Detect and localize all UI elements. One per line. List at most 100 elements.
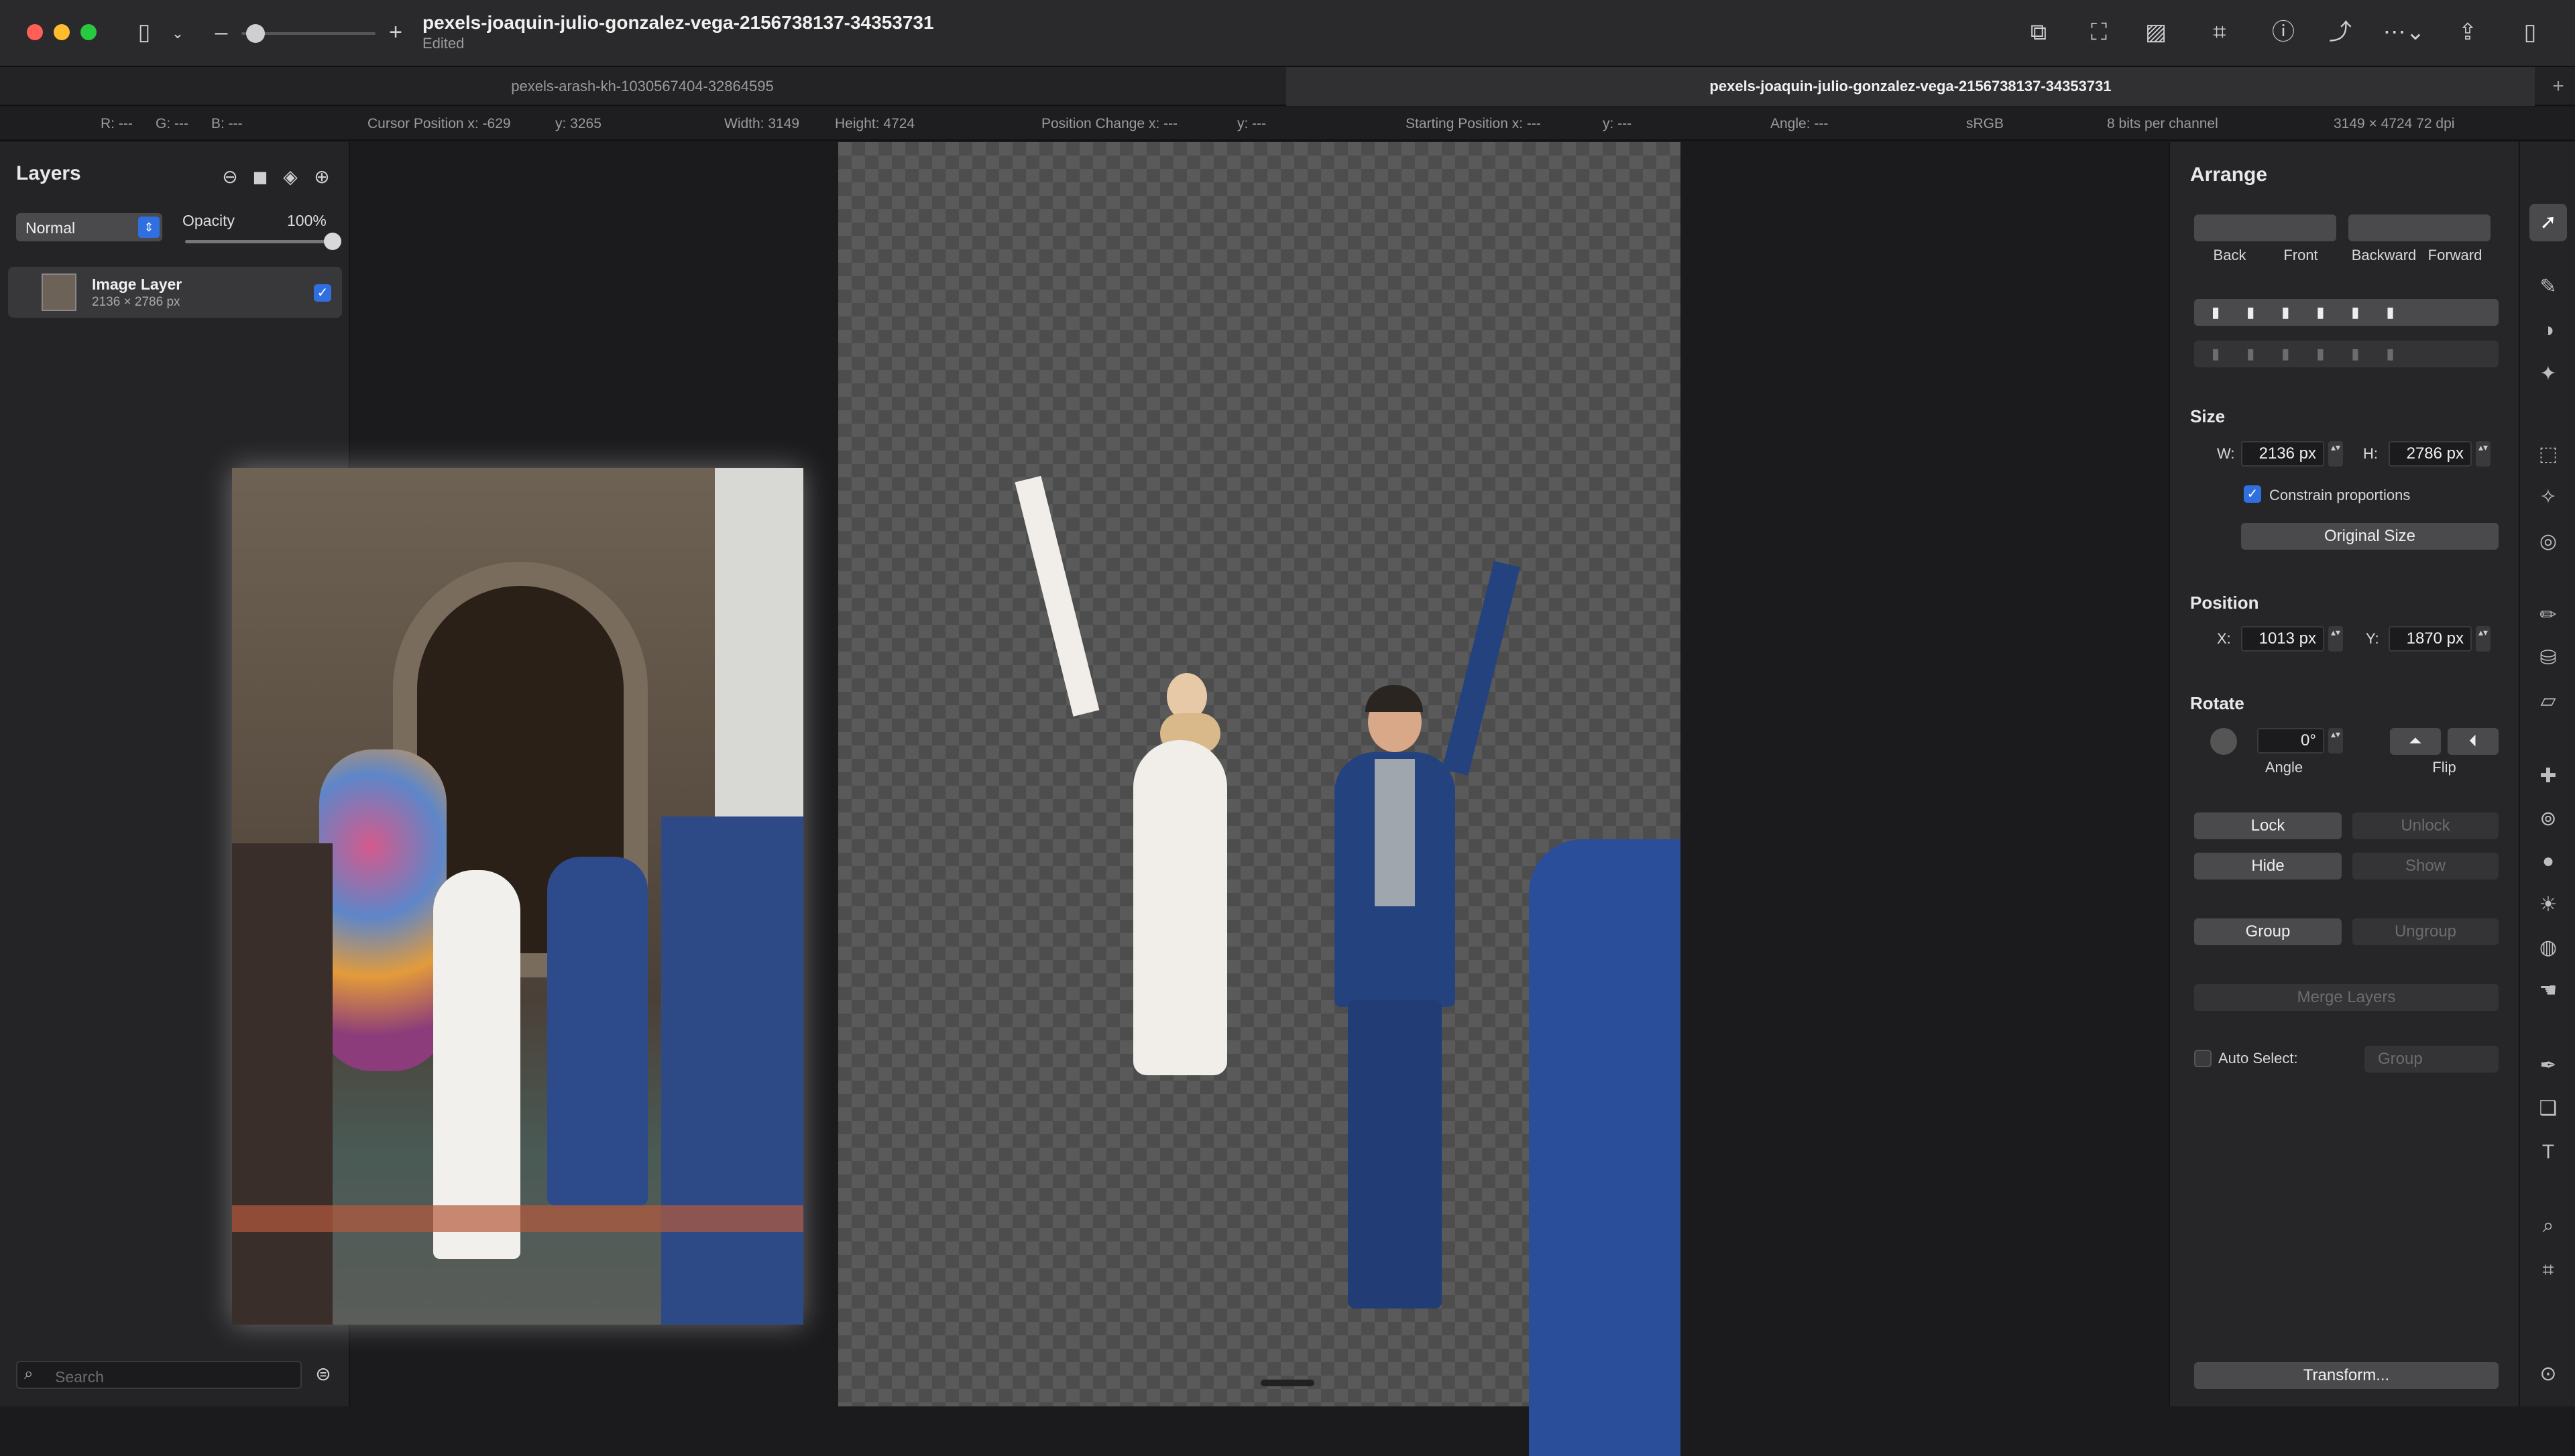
- width-stepper[interactable]: ▴▾: [2328, 441, 2343, 467]
- zoom-slider-knob[interactable]: [246, 24, 265, 43]
- width-field[interactable]: 2136 px: [2241, 441, 2324, 467]
- front-button[interactable]: Front: [2265, 247, 2336, 264]
- share-icon[interactable]: ⇪: [2451, 19, 2484, 46]
- forward-button[interactable]: Forward: [2419, 247, 2491, 264]
- smart-select-icon[interactable]: ⛶: [2082, 19, 2116, 46]
- text-tool-icon[interactable]: T: [2520, 1141, 2575, 1164]
- info-bar: R: --- G: --- B: --- Cursor Position x: …: [0, 107, 2575, 141]
- back-button[interactable]: Back: [2194, 247, 2265, 264]
- eraser-tool-icon[interactable]: ▱: [2520, 689, 2575, 713]
- merge-layers-button[interactable]: Merge Layers: [2194, 984, 2499, 1011]
- lighten-tool-icon[interactable]: ☀: [2520, 893, 2575, 916]
- lock-button[interactable]: Lock: [2194, 812, 2342, 839]
- sponge-tool-icon[interactable]: ◍: [2520, 936, 2575, 959]
- x-label: X:: [2217, 630, 2231, 647]
- layer-styles-icon[interactable]: ◈: [278, 164, 302, 190]
- flip-horizontal-icon[interactable]: ⏴: [2448, 728, 2499, 755]
- auto-select-dropdown[interactable]: Group: [2364, 1046, 2499, 1073]
- more-tools-icon[interactable]: ⊙: [2520, 1362, 2575, 1386]
- layers-mode-icon[interactable]: ⧉: [2022, 19, 2055, 46]
- arrange-title: Arrange: [2190, 164, 2268, 186]
- quick-select-tool-icon[interactable]: ◎: [2520, 530, 2575, 553]
- y-field[interactable]: 1870 px: [2389, 626, 2472, 652]
- filter-icon[interactable]: ⊜: [308, 1361, 338, 1388]
- close-window-button[interactable]: [27, 24, 43, 40]
- zoom-window-button[interactable]: [80, 24, 97, 40]
- blur-tool-icon[interactable]: ●: [2520, 850, 2575, 873]
- zoom-out-button[interactable]: –: [211, 19, 231, 46]
- layer-row[interactable]: Image Layer 2136 × 2786 px ✓: [8, 267, 342, 318]
- pen-tool-icon[interactable]: ✒: [2520, 1054, 2575, 1077]
- adjust-icon[interactable]: ▨: [2139, 19, 2173, 46]
- guest-cutout: [1529, 839, 1680, 1456]
- height-field[interactable]: 2786 px: [2389, 441, 2472, 467]
- fill-tool-icon[interactable]: ⛁: [2520, 646, 2575, 670]
- inspector-toggle-icon[interactable]: ▯: [2513, 19, 2547, 46]
- zoom-slider[interactable]: [241, 24, 376, 43]
- x-field[interactable]: 1013 px: [2241, 626, 2324, 652]
- distribute-buttons[interactable]: ▮▮▮▮▮▮: [2194, 341, 2499, 367]
- opacity-slider-knob[interactable]: [324, 233, 341, 250]
- layer-search-input[interactable]: ⌕ Search: [16, 1361, 302, 1389]
- chevron-down-icon[interactable]: ⌄: [168, 20, 188, 47]
- crop-icon[interactable]: ⌗: [2203, 19, 2236, 46]
- flip-vertical-icon[interactable]: ⏶: [2390, 728, 2441, 755]
- canvas[interactable]: [838, 142, 1680, 1456]
- auto-select-checkbox[interactable]: [2194, 1050, 2212, 1067]
- document-title: pexels-joaquin-julio-gonzalez-vega-21567…: [422, 12, 934, 33]
- tile-border: [232, 1205, 803, 1232]
- effects-tool-icon[interactable]: ✦: [2520, 362, 2575, 385]
- zoom-tool-icon[interactable]: ⌕: [2520, 1215, 2575, 1237]
- search-placeholder: Search: [55, 1368, 104, 1386]
- original-size-button[interactable]: Original Size: [2241, 523, 2499, 550]
- new-tab-button[interactable]: +: [2541, 67, 2575, 106]
- info-start-x: Starting Position x: ---: [1406, 116, 1541, 131]
- arrange-tool-icon[interactable]: ➚: [2529, 204, 2567, 241]
- groom-hair: [1365, 685, 1423, 712]
- group-button[interactable]: Group: [2194, 918, 2342, 945]
- back-front-buttons: [2194, 215, 2336, 241]
- constrain-checkbox[interactable]: ✓: [2244, 485, 2261, 503]
- align-buttons[interactable]: ▮▮▮▮▮▮: [2194, 299, 2499, 326]
- more-options-icon[interactable]: ⋯⌄: [2381, 19, 2427, 46]
- height-stepper[interactable]: ▴▾: [2476, 441, 2491, 467]
- info-g: G: ---: [156, 116, 188, 131]
- tab-arash[interactable]: pexels-arash-kh-1030567404-32864595: [0, 67, 1285, 106]
- crop-tool-icon[interactable]: ⌗: [2520, 1259, 2575, 1282]
- smudge-tool-icon[interactable]: ☚: [2520, 979, 2575, 1002]
- info-icon[interactable]: ⓘ: [2267, 19, 2300, 46]
- opacity-slider[interactable]: [185, 233, 341, 250]
- x-stepper[interactable]: ▴▾: [2328, 626, 2343, 652]
- color-adjust-tool-icon[interactable]: ◑: [2520, 319, 2575, 342]
- backward-button[interactable]: Backward: [2348, 247, 2419, 264]
- sidebar-toggle-icon[interactable]: ▯: [127, 19, 161, 46]
- zoom-in-button[interactable]: +: [386, 19, 406, 46]
- transform-button[interactable]: Transform...: [2194, 1362, 2499, 1389]
- magic-wand-tool-icon[interactable]: ✧: [2520, 485, 2575, 509]
- mask-layer-icon[interactable]: ◼: [248, 164, 272, 190]
- layer-name: Image Layer: [92, 276, 182, 293]
- selection-tool-icon[interactable]: ⬚: [2520, 442, 2575, 466]
- angle-dial[interactable]: [2210, 728, 2237, 755]
- blend-mode-select[interactable]: Normal ⇕: [16, 213, 162, 241]
- resize-handle[interactable]: [1261, 1380, 1314, 1386]
- hide-button[interactable]: Hide: [2194, 853, 2342, 879]
- rotate-icon[interactable]: ⤴: [2324, 19, 2357, 46]
- heal-tool-icon[interactable]: ✚: [2520, 764, 2575, 788]
- angle-stepper[interactable]: ▴▾: [2328, 728, 2343, 753]
- info-colorspace: sRGB: [1966, 116, 2004, 131]
- paint-tool-icon[interactable]: ✏: [2520, 603, 2575, 627]
- retouch-tool-icon[interactable]: ✎: [2520, 275, 2575, 298]
- remove-layer-icon[interactable]: ⊖: [218, 164, 242, 190]
- shape-tool-icon[interactable]: ❏: [2520, 1097, 2575, 1120]
- unlock-button[interactable]: Unlock: [2352, 812, 2499, 839]
- layer-visibility-checkbox[interactable]: ✓: [314, 284, 331, 302]
- y-stepper[interactable]: ▴▾: [2476, 626, 2491, 652]
- show-button[interactable]: Show: [2352, 853, 2499, 879]
- add-layer-icon[interactable]: ⊕: [310, 164, 334, 190]
- minimize-window-button[interactable]: [54, 24, 70, 40]
- ungroup-button[interactable]: Ungroup: [2352, 918, 2499, 945]
- clone-tool-icon[interactable]: ⊚: [2520, 807, 2575, 831]
- angle-field[interactable]: 0°: [2257, 728, 2324, 753]
- tab-joaquin[interactable]: pexels-joaquin-julio-gonzalez-vega-21567…: [1286, 67, 2535, 106]
